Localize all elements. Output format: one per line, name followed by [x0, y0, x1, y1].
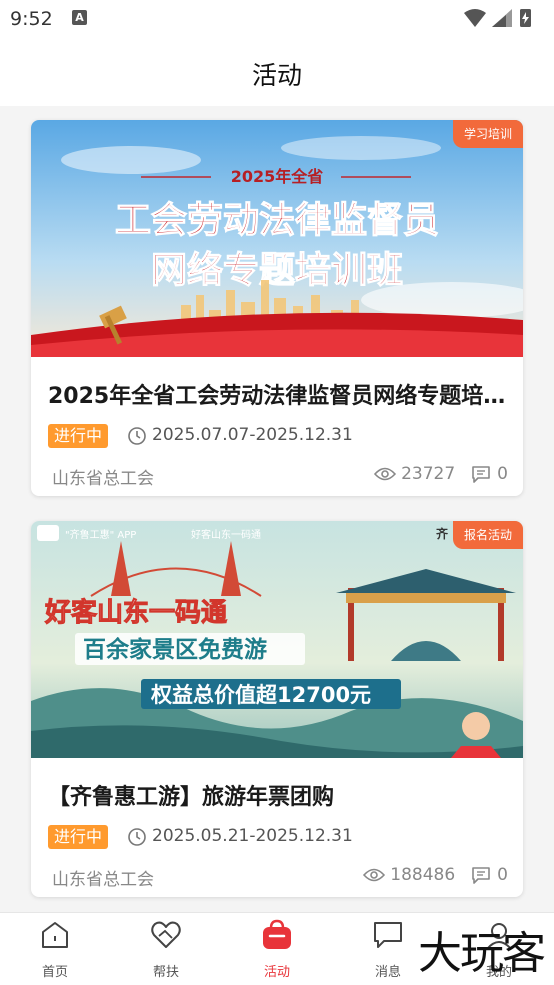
- banner-line1: 工会劳动法律监督员: [115, 200, 439, 241]
- tab-help[interactable]: 帮扶: [111, 913, 221, 985]
- tab-activity[interactable]: 活动: [222, 913, 332, 985]
- organizer: 山东省总工会: [52, 469, 154, 489]
- notification-icon: A: [72, 10, 87, 25]
- status-bar: 9:52 A: [0, 0, 554, 38]
- wifi-icon: [464, 9, 486, 27]
- heart-hands-icon: [151, 921, 181, 948]
- date-range: 2025.05.21-2025.12.31: [152, 826, 353, 846]
- activity-banner-image: 2025年全省 工会劳动法律监督员 网络专题培训班 学习培训: [31, 120, 523, 357]
- status-icons: [462, 7, 542, 29]
- clock-icon: [128, 427, 146, 445]
- banner-line1: 好客山东一码通: [44, 597, 227, 628]
- chat-icon: [374, 922, 402, 948]
- page-title: 活动: [251, 61, 302, 90]
- banner-line2: 网络专题培训班: [151, 249, 403, 291]
- banner-line3: 权益总价值超12700元: [150, 683, 371, 707]
- activity-banner-image: "齐鲁工惠" APP 好客山东一码通 齐 好客山东一码通 百余家景区免费游 权益…: [31, 521, 523, 758]
- tab-home[interactable]: 首页: [0, 913, 110, 985]
- activity-stats: 23727 0: [374, 462, 508, 486]
- comment-icon: [472, 867, 490, 884]
- activity-title[interactable]: 2025年全省工会劳动法律监督员网络专题培训班: [48, 378, 506, 410]
- page-header: 活动: [0, 38, 554, 106]
- banner-headline: 2025年全省: [231, 167, 324, 186]
- eye-icon: [374, 467, 397, 481]
- status-badge: 进行中: [48, 424, 109, 448]
- activity-tag: 学习培训: [452, 120, 523, 148]
- comment-icon: [472, 466, 490, 483]
- banner-line2: 百余家景区免费游: [83, 636, 267, 663]
- clock-icon: [128, 828, 146, 846]
- eye-icon: [363, 868, 386, 882]
- banner-top-mid: 好客山东一码通: [191, 528, 261, 541]
- organizer: 山东省总工会: [52, 870, 154, 890]
- comment-count: 0: [497, 464, 508, 484]
- activity-stats: 188486 0: [363, 863, 508, 887]
- watermark: 大玩客: [418, 928, 546, 979]
- tab-label: 帮扶: [152, 965, 179, 980]
- view-count: 188486: [390, 865, 456, 885]
- activity-card[interactable]: 2025年全省 工会劳动法律监督员 网络专题培训班 学习培训 2025年全省工会…: [31, 120, 523, 496]
- banner-app-name: "齐鲁工惠" APP: [65, 528, 136, 541]
- date-range: 2025.07.07-2025.12.31: [152, 425, 353, 445]
- status-time: 9:52: [10, 8, 53, 30]
- activity-tag: 报名活动: [452, 521, 523, 549]
- gift-bag-icon: [263, 919, 291, 949]
- tab-label: 首页: [41, 965, 68, 980]
- activity-title[interactable]: 【齐鲁惠工游】旅游年票团购: [48, 779, 506, 811]
- comment-count: 0: [497, 865, 508, 885]
- status-badge: 进行中: [48, 825, 109, 849]
- home-icon: [42, 922, 68, 948]
- view-count: 23727: [401, 464, 456, 484]
- activity-card[interactable]: "齐鲁工惠" APP 好客山东一码通 齐 好客山东一码通 百余家景区免费游 权益…: [31, 521, 523, 897]
- tab-label: 活动: [263, 965, 290, 980]
- banner-top-right: 齐: [436, 526, 449, 541]
